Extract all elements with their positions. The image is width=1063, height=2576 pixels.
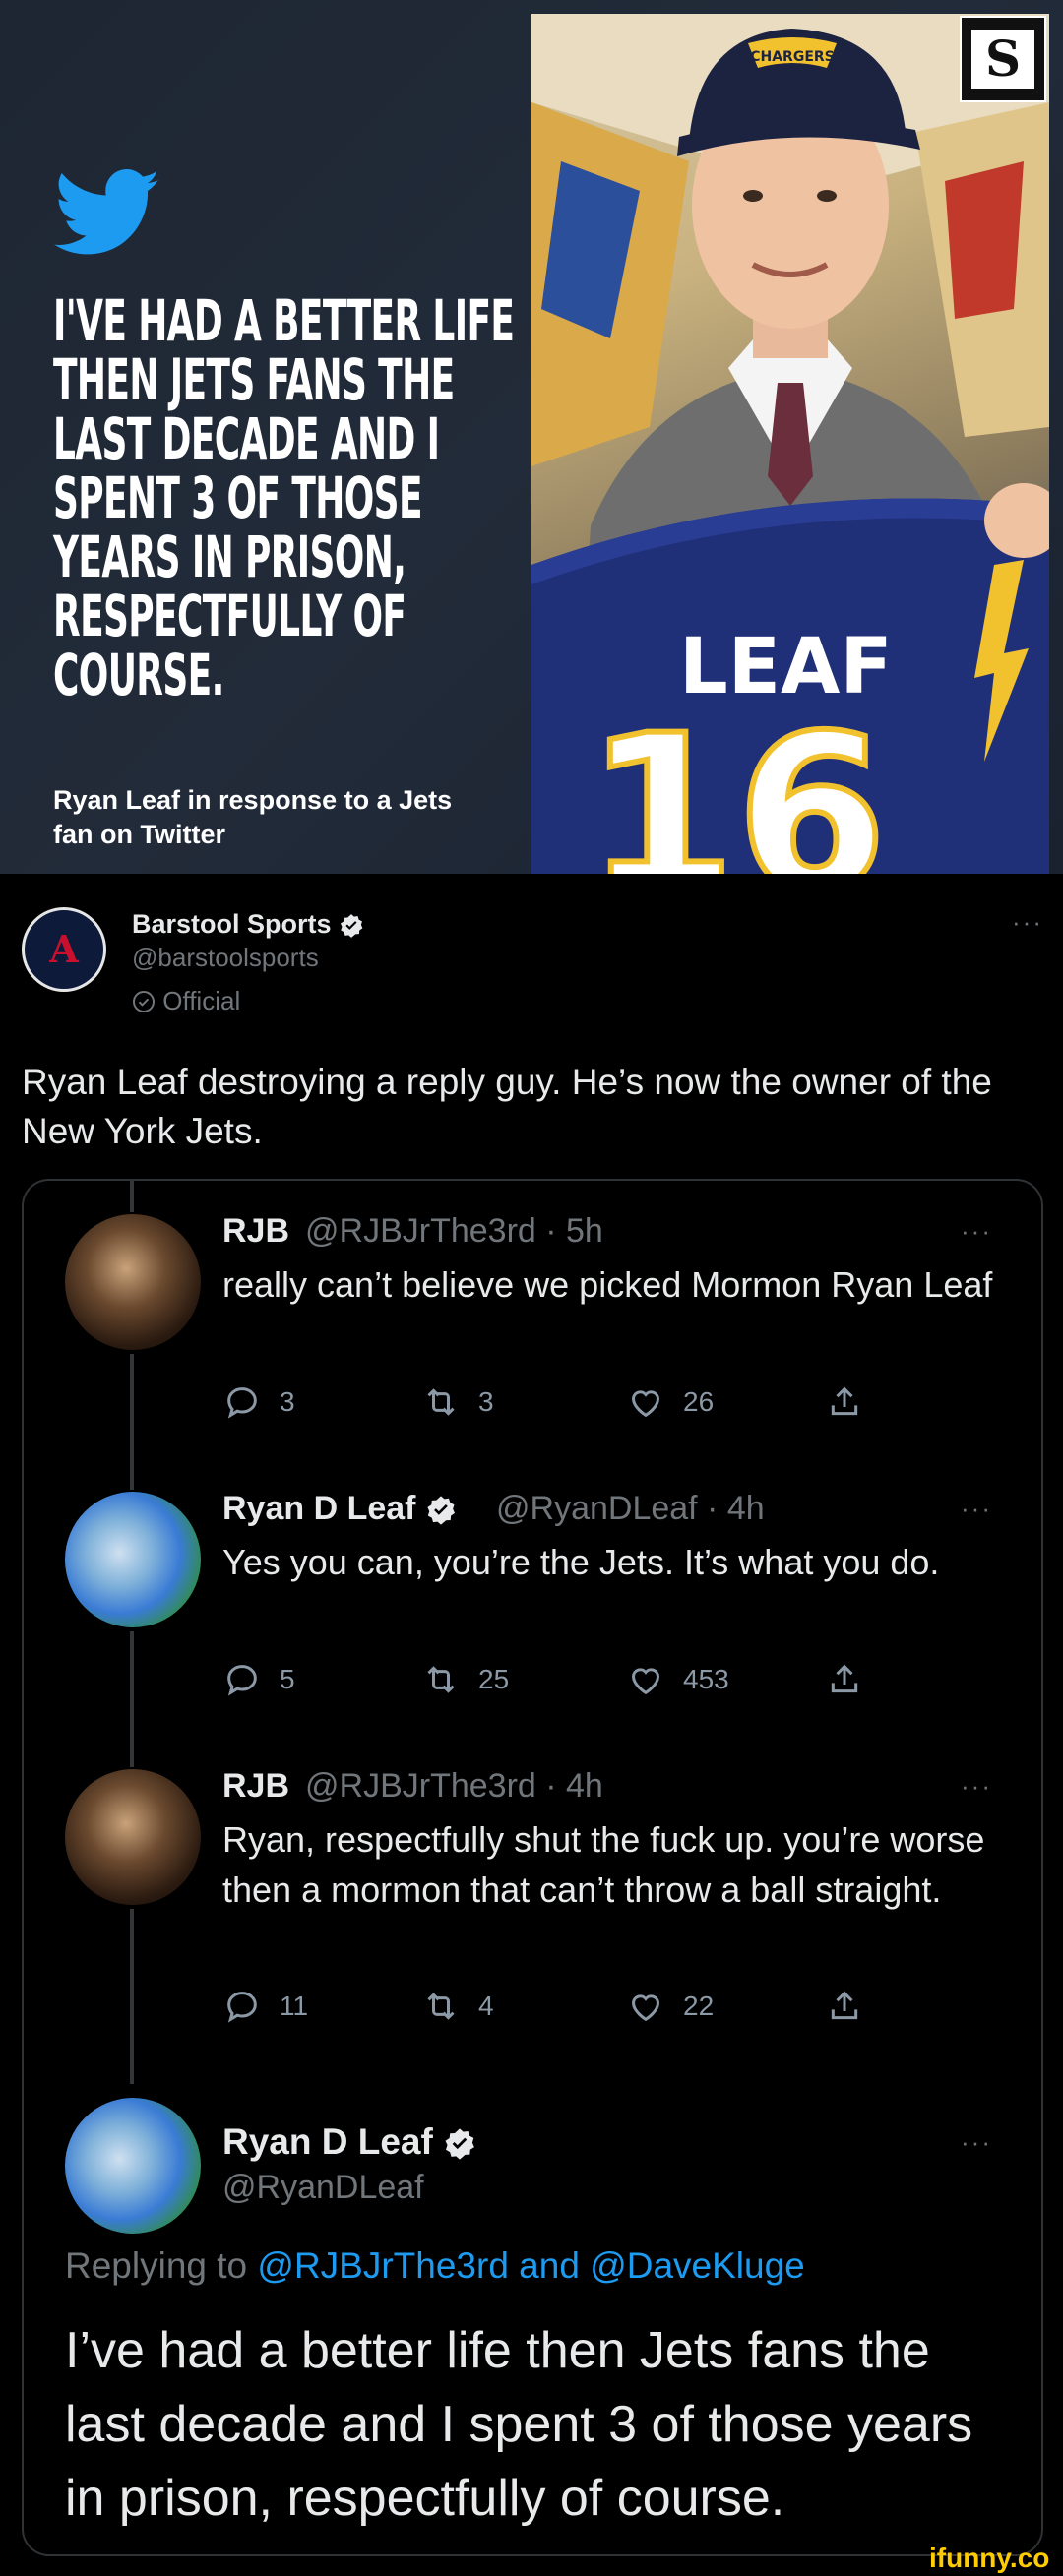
- retweet-count: 3: [478, 1386, 494, 1417]
- final-author-name-row[interactable]: Ryan D Leaf: [222, 2121, 476, 2163]
- like-button[interactable]: 453: [626, 1657, 729, 1702]
- retweet-icon: [427, 1993, 455, 2020]
- reply-author-name[interactable]: RJB: [222, 1767, 289, 1806]
- verified-badge-icon: [427, 1496, 455, 1525]
- official-label-row: Official: [132, 986, 240, 1016]
- replying-prefix: Replying to: [65, 2245, 248, 2286]
- share-icon: [831, 1991, 858, 2020]
- like-icon: [631, 1994, 660, 2022]
- graphic-caption: Ryan Leaf in response to a Jets fan on T…: [53, 785, 453, 849]
- reply-count: 11: [280, 1991, 309, 2021]
- replying-to-links[interactable]: @RJBJrThe3rd and @DaveKluge: [257, 2245, 804, 2286]
- author-name-row[interactable]: Barstool Sports: [132, 909, 364, 940]
- more-icon[interactable]: ···: [961, 1771, 992, 1802]
- reply-text: Ryan, respectfully shut the fuck up. you…: [222, 1819, 985, 1910]
- reply-icon: [227, 1665, 257, 1696]
- share-button[interactable]: [825, 1984, 882, 2029]
- share-button[interactable]: [825, 1380, 882, 1425]
- like-count: 453: [683, 1664, 729, 1694]
- reply-author-meta[interactable]: @RyanDLeaf · 4h: [496, 1490, 765, 1528]
- final-author-name: Ryan D Leaf: [222, 2121, 433, 2162]
- share-icon: [831, 1386, 858, 1416]
- official-label: Official: [162, 986, 241, 1015]
- author-handle[interactable]: @barstoolsports: [132, 943, 319, 973]
- thread-connector: [130, 1354, 134, 1490]
- reply-icon: [227, 1992, 257, 2023]
- rjb-avatar[interactable]: [65, 1214, 201, 1350]
- share-icon: [831, 1664, 858, 1693]
- reply-author-name[interactable]: RJB: [222, 1212, 289, 1251]
- reply-author-name-row[interactable]: Ryan D Leaf: [222, 1490, 457, 1528]
- reply-author-meta[interactable]: @RJBJrThe3rd · 5h: [305, 1212, 603, 1251]
- like-button[interactable]: 22: [626, 1984, 714, 2029]
- retweet-count: 25: [478, 1664, 510, 1694]
- reply-icon: [227, 1387, 257, 1419]
- jersey-number: 16: [586, 689, 887, 874]
- reply-text: Yes you can, you’re the Jets. It’s what …: [222, 1542, 940, 1582]
- like-button[interactable]: 26: [626, 1380, 714, 1425]
- tweet-text: Ryan Leaf destroying a reply guy. He’s n…: [22, 1062, 992, 1151]
- thread-connector: [130, 1181, 134, 1212]
- more-icon[interactable]: ···: [961, 2127, 992, 2158]
- reply-actions: 5 25 453: [222, 1657, 858, 1702]
- share-button[interactable]: [825, 1657, 882, 1702]
- final-author-handle[interactable]: @RyanDLeaf: [222, 2169, 424, 2207]
- reply-count: 5: [280, 1664, 295, 1694]
- twitter-bird-icon: [54, 169, 160, 255]
- retweet-button[interactable]: 25: [421, 1657, 509, 1702]
- reply-button[interactable]: 3: [222, 1380, 295, 1425]
- replying-to: Replying to @RJBJrThe3rd and @DaveKluge: [65, 2245, 805, 2287]
- reply-count: 3: [280, 1386, 295, 1417]
- like-count: 22: [683, 1991, 715, 2021]
- reply-text: really can’t believe we picked Mormon Ry…: [222, 1264, 993, 1305]
- author-name: Barstool Sports: [132, 909, 332, 939]
- verified-badge-icon: [445, 2128, 474, 2160]
- retweet-icon: [427, 1666, 455, 1693]
- like-count: 26: [683, 1386, 715, 1417]
- headline-quote: I'VE HAD A BETTER LIFE THEN JETS FANS TH…: [53, 287, 515, 708]
- thread-connector: [130, 1909, 134, 2084]
- like-icon: [631, 1390, 660, 1418]
- final-tweet-text: I’ve had a better life then Jets fans th…: [65, 2322, 973, 2527]
- photo-illustration: CHARGERS LEAF 16: [532, 14, 1049, 874]
- like-icon: [631, 1668, 660, 1695]
- reply-button[interactable]: 5: [222, 1657, 295, 1702]
- reply-author-name: Ryan D Leaf: [222, 1490, 416, 1527]
- retweet-icon: [427, 1388, 455, 1416]
- header-graphic: I'VE HAD A BETTER LIFE THEN JETS FANS TH…: [0, 0, 1063, 874]
- thread-connector: [130, 1631, 134, 1767]
- more-icon[interactable]: ···: [961, 1216, 992, 1247]
- ryan-leaf-photo: CHARGERS LEAF 16: [532, 14, 1049, 874]
- rjb-avatar[interactable]: [65, 1769, 201, 1905]
- more-icon[interactable]: ···: [1012, 907, 1043, 938]
- reply-actions: 11 4 22: [222, 1984, 858, 2029]
- barstool-logo: S: [960, 16, 1046, 102]
- reply-actions: 3 3 26: [222, 1380, 858, 1425]
- official-check-icon: [133, 991, 155, 1012]
- retweet-count: 4: [478, 1991, 494, 2021]
- ifunny-watermark: ifunny.co: [929, 2543, 1050, 2573]
- ryan-leaf-avatar[interactable]: [65, 2098, 201, 2234]
- ryan-leaf-avatar[interactable]: [65, 1492, 201, 1627]
- hat-text: CHARGERS: [750, 49, 835, 65]
- barstool-avatar[interactable]: A: [22, 907, 106, 992]
- verified-badge-icon: [340, 913, 363, 938]
- reply-author-meta[interactable]: @RJBJrThe3rd · 4h: [305, 1767, 603, 1806]
- retweet-button[interactable]: 3: [421, 1380, 494, 1425]
- retweet-button[interactable]: 4: [421, 1984, 494, 2029]
- more-icon[interactable]: ···: [961, 1494, 992, 1524]
- reply-button[interactable]: 11: [222, 1984, 308, 2029]
